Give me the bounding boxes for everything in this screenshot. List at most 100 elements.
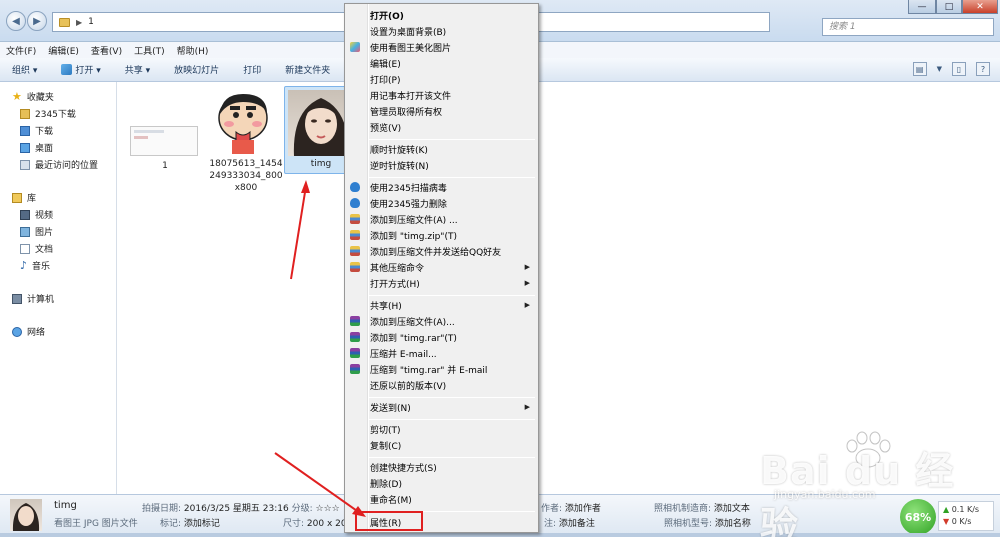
menu-view[interactable]: 查看(V) [91,44,122,57]
add-remark-field[interactable]: 添加备注 [559,519,595,529]
archive-icon [350,262,360,272]
menu-item-add-archive-zip[interactable]: 添加到压缩文件(A) ... [347,211,536,227]
menu-item-open[interactable]: 打开(O) [347,7,536,23]
preview-pane-icon[interactable]: ▯ [952,62,966,76]
menu-item-edit[interactable]: 编辑(E) [347,55,536,71]
nav-item-recent[interactable]: 最近访问的位置 [0,156,116,173]
menu-item-2345-scan[interactable]: 使用2345扫描病毒 [347,179,536,195]
forward-button[interactable]: ▶ [27,11,47,31]
help-icon[interactable]: ? [976,62,990,76]
menu-item-send-to[interactable]: 发送到(N) ▶ [347,399,536,415]
menu-item-beautify[interactable]: 使用看图王美化图片 [347,39,536,55]
submenu-arrow-icon: ▶ [524,403,530,411]
add-maker-field[interactable]: 添加文本 [714,504,750,514]
organize-button[interactable]: 组织 ▾ [12,63,37,76]
field-label: 尺寸: [283,519,305,529]
field-label: 注: [544,519,557,529]
close-icon: ✕ [976,1,984,12]
nav-item-documents[interactable]: 文档 [0,240,116,257]
add-author-field[interactable]: 添加作者 [565,504,601,514]
menu-item-other-compress[interactable]: 其他压缩命令 ▶ [347,259,536,275]
menu-item-open-notepad[interactable]: 用记事本打开该文件 [347,87,536,103]
menu-separator [369,419,535,420]
nav-network[interactable]: 网络 [0,323,116,340]
menu-item-print[interactable]: 打印(P) [347,71,536,87]
menu-item-rename[interactable]: 重命名(M) [347,491,536,507]
menu-item-label: 打开方式(H) [370,279,420,290]
image-viewer-icon [61,64,73,75]
print-button[interactable]: 打印 [243,63,261,76]
nav-library[interactable]: 库 [0,189,116,206]
nav-item-desktop[interactable]: 桌面 [0,139,116,156]
add-model-field[interactable]: 添加名称 [715,519,751,529]
nav-network-label: 网络 [27,328,46,338]
computer-icon [12,293,22,304]
field-label: 作者: [541,504,563,514]
menu-item-cut[interactable]: 剪切(T) [347,421,536,437]
menu-item-share[interactable]: 共享(H) ▶ [347,297,536,313]
share-label: 共享 ▾ [124,66,151,76]
view-dropdown-icon[interactable]: ▼ [937,65,942,73]
menu-separator [369,295,535,296]
menu-edit[interactable]: 编辑(E) [48,44,79,57]
details-thumbnail [10,499,42,531]
back-button[interactable]: ◀ [6,11,26,31]
search-input[interactable]: 搜索 1 [822,18,994,36]
maximize-button[interactable]: □ [936,0,962,14]
nav-label: 音乐 [32,262,51,272]
nav-item-videos[interactable]: 视频 [0,206,116,223]
nav-computer[interactable]: 计算机 [0,290,116,307]
menu-item-2345-delete[interactable]: 使用2345强力删除 [347,195,536,211]
menu-item-preview[interactable]: 预览(V) [347,119,536,135]
menu-item-add-timg-rar[interactable]: 添加到 "timg.rar"(T) [347,329,536,345]
menu-file[interactable]: 文件(F) [6,44,36,57]
video-icon [20,209,30,220]
nav-label: 2345下载 [35,110,76,120]
minimize-button[interactable]: — [908,0,936,14]
menu-item-open-with[interactable]: 打开方式(H) ▶ [347,275,536,291]
winrar-icon [350,332,360,342]
open-button[interactable]: 打开 ▾ [61,63,101,76]
image-app-icon [350,42,360,52]
file-name: 1 [162,161,168,171]
details-date-field: 拍摄日期: 2016/3/25 星期五 23:16 分级: ☆☆☆ [142,501,340,514]
view-options-icon[interactable]: ▤ [912,62,927,76]
menu-tools[interactable]: 工具(T) [134,44,165,57]
nav-item-2345-downloads[interactable]: 2345下载 [0,105,116,122]
menu-item-label: 添加到压缩文件(A)... [370,317,455,328]
menu-item-compress-send-qq[interactable]: 添加到压缩文件并发送给QQ好友 [347,243,536,259]
menu-item-label: 添加到压缩文件并发送给QQ好友 [370,247,502,258]
menu-item-add-archive-rar[interactable]: 添加到压缩文件(A)... [347,313,536,329]
minimize-icon: — [917,1,927,12]
menu-item-rotate-cw[interactable]: 顺时针旋转(K) [347,141,536,157]
library-icon [12,192,22,203]
field-label: 照相机型号: [664,519,713,529]
document-icon [20,243,30,254]
menu-item-restore-previous[interactable]: 还原以前的版本(V) [347,377,536,393]
slideshow-button[interactable]: 放映幻灯片 [174,63,219,76]
menu-item-label: 共享(H) [370,301,402,312]
nav-item-downloads[interactable]: 下载 [0,122,116,139]
share-button[interactable]: 共享 ▾ [125,63,150,76]
menu-item-copy[interactable]: 复制(C) [347,437,536,453]
menu-item-rotate-ccw[interactable]: 逆时针旋转(N) [347,157,536,173]
rating-stars[interactable]: ☆☆☆ [316,504,340,514]
menu-help[interactable]: 帮助(H) [177,44,209,57]
menu-item-add-timg-zip[interactable]: 添加到 "timg.zip"(T) [347,227,536,243]
nav-computer-label: 计算机 [27,295,55,305]
new-folder-button[interactable]: 新建文件夹 [285,63,330,76]
menu-item-create-shortcut[interactable]: 创建快捷方式(S) [347,459,536,475]
menu-item-take-ownership[interactable]: 管理员取得所有权 [347,103,536,119]
properties-highlight-box [355,511,423,531]
menu-item-set-wallpaper[interactable]: 设置为桌面背景(B) [347,23,536,39]
close-button[interactable]: ✕ [962,0,998,14]
nav-item-music[interactable]: ♪ 音乐 [0,257,116,274]
menu-item-delete[interactable]: 删除(D) [347,475,536,491]
nav-item-pictures[interactable]: 图片 [0,223,116,240]
add-tag-field[interactable]: 添加标记 [184,519,220,529]
menu-item-compress-timg-email[interactable]: 压缩到 "timg.rar" 并 E-mail [347,361,536,377]
nav-favorites[interactable]: ★ 收藏夹 [0,88,116,105]
menu-item-compress-email[interactable]: 压缩并 E-mail... [347,345,536,361]
file-thumbnail [130,126,198,156]
nav-label: 最近访问的位置 [35,161,99,171]
